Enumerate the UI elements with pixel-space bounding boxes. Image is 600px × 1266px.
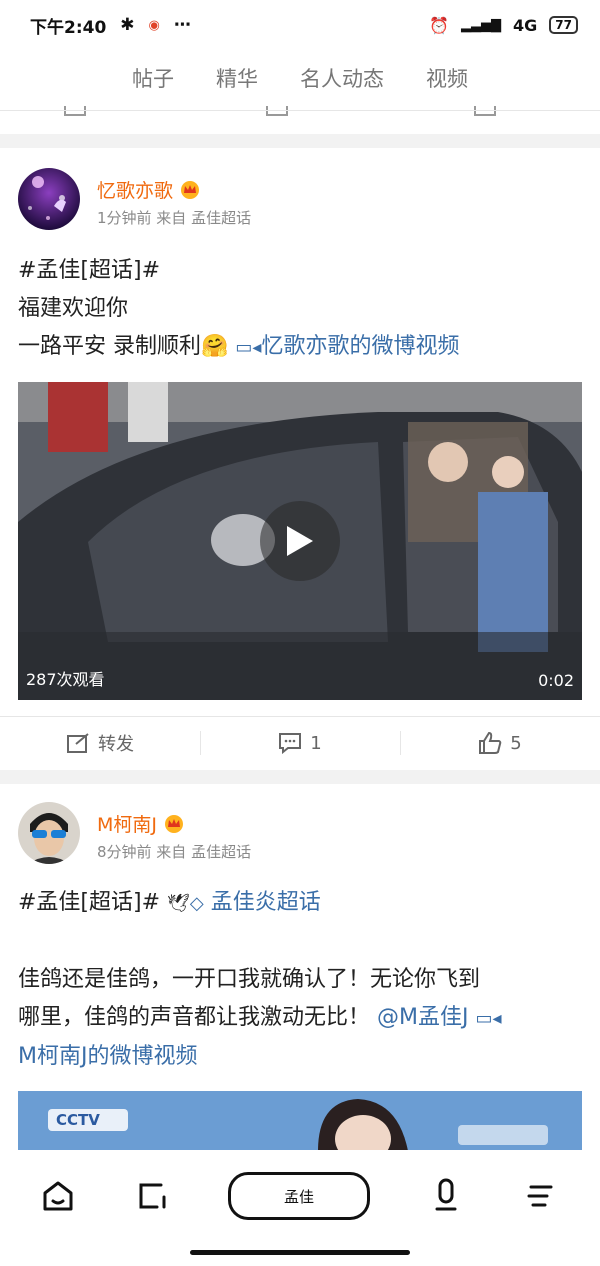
post-card[interactable]: 忆歌亦歌 1分钟前 来自 孟佳超话 #孟佳[超话]# 福建欢迎你 一路平安 录制…	[0, 150, 600, 700]
post-line-text: 哪里，佳鸽的声音都让我激动无比！	[18, 1005, 371, 1030]
username-text: M柯南J	[97, 814, 157, 836]
post-meta: 1分钟前 来自 孟佳超话	[97, 209, 252, 227]
home-indicator[interactable]	[190, 1250, 410, 1255]
search-button[interactable]: 孟佳	[228, 1172, 370, 1220]
topic-link[interactable]: 孟佳炎超话	[211, 890, 321, 915]
post-card[interactable]: M柯南J 8分钟前 来自 孟佳超话 #孟佳[超话]# 🕊◇ 孟佳炎超话 佳鸽还是…	[0, 784, 600, 1151]
network-label: 4G	[513, 15, 538, 35]
video-duration: 0:02	[538, 671, 574, 690]
play-icon	[287, 526, 313, 556]
post-line: 佳鸽还是佳鸽，一开口我就确认了！无论你飞到	[18, 967, 481, 992]
cctv-logo: CCTV	[56, 1111, 100, 1129]
post-body: #孟佳[超话]# 🕊◇ 孟佳炎超话 佳鸽还是佳鸽，一开口我就确认了！无论你飞到 …	[0, 884, 600, 1076]
crown-badge-icon	[181, 180, 200, 199]
mention-link[interactable]: @M孟佳J	[377, 1005, 468, 1030]
hashtag[interactable]: #孟佳[超话]#	[18, 890, 160, 915]
comment-count: 1	[310, 732, 322, 754]
comment-icon	[279, 733, 302, 754]
repost-icon	[67, 733, 89, 753]
tab-posts[interactable]: 帖子	[132, 63, 174, 93]
post-actions: 转发 1 5	[0, 717, 600, 769]
thumbs-up-icon	[479, 731, 502, 754]
alarm-icon: ⏰	[429, 15, 450, 35]
avatar[interactable]	[18, 168, 80, 230]
like-button[interactable]: 5	[400, 717, 600, 769]
overview-icon	[139, 1183, 166, 1209]
feed-tabs: 帖子 精华 名人动态 视频	[0, 50, 600, 106]
play-button[interactable]	[260, 501, 340, 581]
microphone-icon	[435, 1178, 457, 1211]
username[interactable]: 忆歌亦歌	[97, 176, 201, 203]
avatar[interactable]	[18, 802, 80, 864]
status-time: 下午2:40	[30, 17, 107, 38]
video-link[interactable]: 忆歌亦歌的微博视频	[261, 334, 459, 359]
username[interactable]: M柯南J	[97, 810, 185, 837]
video-link[interactable]: M柯南J的微博视频	[18, 1038, 582, 1076]
divider	[0, 110, 600, 111]
bottom-navigation: 孟佳	[0, 1150, 600, 1266]
hug-emoji: 🤗	[201, 334, 229, 359]
tab-celebrity-updates[interactable]: 名人动态	[300, 63, 384, 93]
repost-button[interactable]: 转发	[0, 717, 200, 769]
video-player[interactable]: 287次观看 0:02	[18, 382, 582, 700]
signal-icon: ▂▃▅▇	[461, 17, 502, 33]
status-bar: 下午2:40 ✱ ◉ ⋯ ⏰ ▂▃▅▇ 4G 77	[0, 0, 600, 50]
home-icon	[43, 1181, 73, 1211]
crown-badge-icon	[165, 814, 183, 833]
post-line: 哪里，佳鸽的声音都让我激动无比！ @M孟佳J ▭◂	[18, 999, 582, 1038]
tab-featured[interactable]: 精华	[216, 63, 258, 93]
post-separator	[0, 134, 600, 148]
diamond-icon: ◇	[189, 893, 204, 914]
post-body: #孟佳[超话]# 福建欢迎你 一路平安 录制顺利🤗 ▭◂忆歌亦歌的微博视频	[0, 252, 600, 367]
post-meta: 8分钟前 来自 孟佳超话	[97, 843, 252, 861]
voice-button[interactable]	[422, 1172, 470, 1220]
repost-label: 转发	[98, 734, 134, 755]
weibo-notification-icon: ◉	[148, 17, 160, 33]
post-line: #孟佳[超话]# 🕊◇ 孟佳炎超话	[18, 884, 582, 923]
post-separator	[0, 770, 600, 784]
video-link-icon: ▭◂	[475, 1008, 502, 1029]
more-notifications-icon: ⋯	[173, 15, 191, 35]
dove-emoji: 🕊	[167, 893, 190, 914]
post-line: 一路平安 录制顺利🤗 ▭◂忆歌亦歌的微博视频	[18, 328, 582, 367]
video-link-icon: ▭◂	[235, 337, 262, 358]
view-count: 287次观看	[26, 670, 105, 689]
bluetooth-icon: ✱	[120, 15, 135, 35]
like-count: 5	[510, 732, 522, 754]
home-button[interactable]	[34, 1172, 82, 1220]
comment-button[interactable]: 1	[200, 717, 400, 769]
tab-videos[interactable]: 视频	[426, 63, 468, 93]
username-text: 忆歌亦歌	[97, 180, 174, 202]
menu-button[interactable]	[516, 1172, 564, 1220]
battery-indicator: 77	[549, 16, 578, 34]
post-line-text: 一路平安 录制顺利	[18, 334, 201, 359]
post-line: 福建欢迎你	[18, 296, 129, 321]
video-player[interactable]: CCTV	[18, 1091, 582, 1151]
hashtag[interactable]: #孟佳[超话]#	[18, 252, 582, 290]
video-thumbnail	[18, 1091, 582, 1151]
previous-post-actions	[0, 106, 600, 122]
recent-apps-button[interactable]	[128, 1172, 176, 1220]
menu-icon	[527, 1185, 553, 1207]
